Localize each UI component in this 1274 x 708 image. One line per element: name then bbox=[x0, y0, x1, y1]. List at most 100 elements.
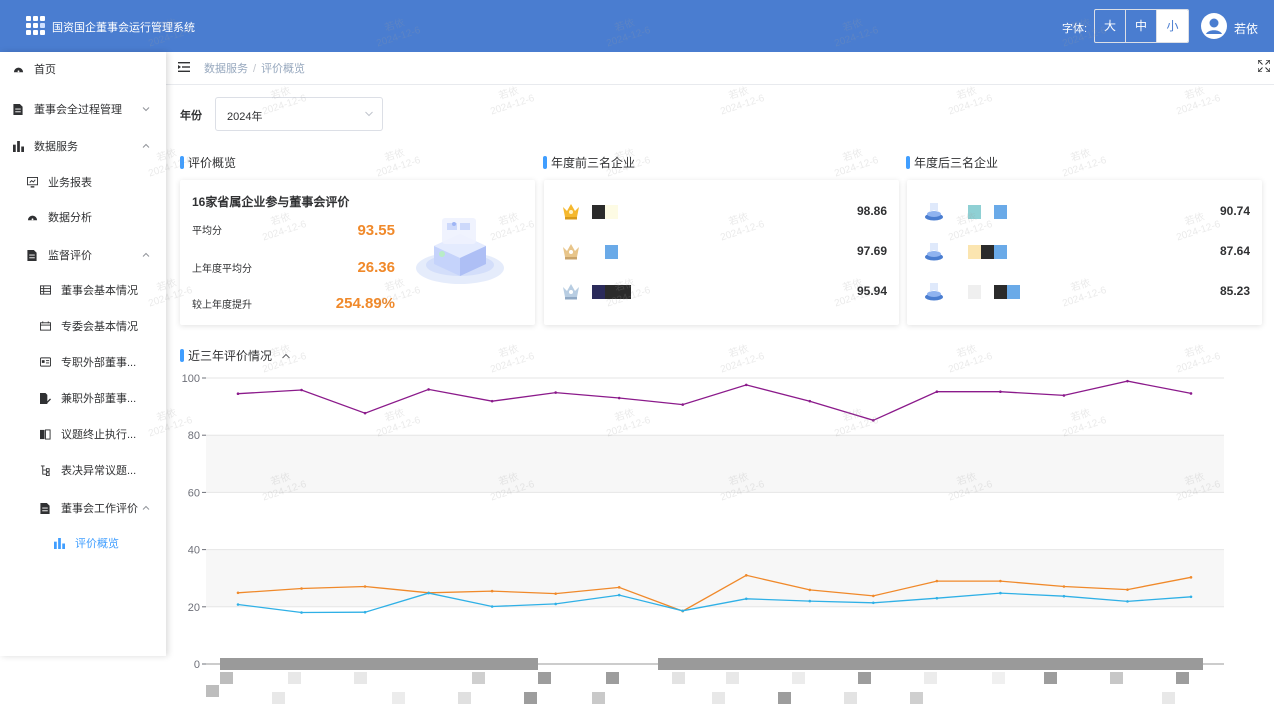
data-point[interactable] bbox=[1062, 594, 1066, 598]
data-point[interactable] bbox=[236, 392, 240, 396]
sidebar-item-supervision[interactable]: 监督评价 bbox=[0, 245, 166, 265]
data-point[interactable] bbox=[999, 390, 1002, 394]
sidebar-item-home[interactable]: 首页 bbox=[0, 59, 166, 79]
user-avatar-icon[interactable] bbox=[1201, 13, 1227, 39]
sidebar-item-board-process[interactable]: 董事会全过程管理 bbox=[0, 99, 166, 119]
data-point[interactable] bbox=[1126, 379, 1129, 383]
data-point[interactable] bbox=[872, 594, 875, 598]
top3-row-2[interactable]: 97.69 bbox=[544, 240, 899, 264]
breadcrumb-item[interactable]: 数据服务 bbox=[204, 63, 248, 75]
bar-chart-icon bbox=[53, 537, 65, 549]
redacted-block bbox=[955, 205, 968, 219]
bottom3-row-3[interactable]: 85.23 bbox=[907, 280, 1262, 304]
sidebar-item-board-evaluation[interactable]: 董事会工作评价 bbox=[0, 498, 166, 518]
sidebar-item-label: 数据服务 bbox=[34, 141, 78, 153]
sidebar-item-abnormal-vote[interactable]: 表决异常议题... bbox=[0, 460, 166, 480]
monitor-icon bbox=[26, 176, 38, 188]
data-point[interactable] bbox=[1189, 392, 1193, 395]
watermark-name: 若依 bbox=[841, 147, 864, 165]
data-point[interactable] bbox=[490, 589, 494, 593]
watermark: 若依 2024-12-6 bbox=[371, 144, 422, 181]
redacted-x-label bbox=[220, 658, 538, 670]
chevron-up-icon bbox=[282, 353, 291, 359]
sidebar-item-business-report[interactable]: 业务报表 bbox=[0, 172, 166, 192]
data-point[interactable] bbox=[554, 391, 557, 394]
data-point[interactable] bbox=[1126, 600, 1129, 603]
data-point[interactable] bbox=[617, 586, 621, 589]
data-point[interactable] bbox=[999, 591, 1002, 595]
sidebar-item-data-analysis[interactable]: 数据分析 bbox=[0, 207, 166, 227]
data-point[interactable] bbox=[617, 593, 621, 597]
data-point[interactable] bbox=[1189, 576, 1193, 579]
fullscreen-icon[interactable] bbox=[1258, 60, 1270, 72]
sidebar-item-data-service[interactable]: 数据服务 bbox=[0, 136, 166, 156]
data-point[interactable] bbox=[617, 396, 621, 400]
redacted-x-label bbox=[844, 692, 857, 704]
data-point[interactable] bbox=[490, 399, 494, 403]
data-point[interactable] bbox=[872, 419, 875, 422]
data-point[interactable] bbox=[808, 399, 812, 403]
data-point[interactable] bbox=[744, 383, 748, 387]
username[interactable]: 若依 bbox=[1234, 20, 1258, 37]
redacted-x-label bbox=[1176, 672, 1189, 684]
data-point[interactable] bbox=[744, 574, 748, 577]
font-size-large-button[interactable]: 大 bbox=[1095, 10, 1126, 42]
data-point[interactable] bbox=[300, 388, 303, 392]
data-point[interactable] bbox=[935, 390, 939, 394]
data-point[interactable] bbox=[236, 591, 240, 595]
data-point[interactable] bbox=[554, 592, 557, 595]
bottom3-row-2[interactable]: 87.64 bbox=[907, 240, 1262, 264]
sidebar-item-label: 首页 bbox=[34, 64, 56, 76]
redacted-x-label bbox=[992, 672, 1005, 684]
data-point[interactable] bbox=[1126, 588, 1129, 591]
sidebar-item-evaluation-overview[interactable]: 评价概览 bbox=[0, 533, 166, 553]
sidebar-item-board-basic[interactable]: 董事会基本情况 bbox=[0, 280, 166, 300]
data-point[interactable] bbox=[427, 388, 430, 391]
data-point[interactable] bbox=[490, 605, 494, 608]
y-tick-label: 100 bbox=[182, 373, 200, 385]
data-point[interactable] bbox=[935, 596, 939, 600]
font-size-small-button[interactable]: 小 bbox=[1157, 10, 1188, 42]
grid-band bbox=[206, 606, 1224, 664]
data-point[interactable] bbox=[363, 411, 367, 415]
data-point[interactable] bbox=[363, 585, 367, 588]
y-tick-label: 20 bbox=[188, 602, 200, 614]
data-point[interactable] bbox=[1062, 585, 1066, 588]
chart-section-title[interactable]: 近三年评价情况 bbox=[180, 348, 291, 364]
sidebar-item-parttime-director[interactable]: 兼职外部董事... bbox=[0, 388, 166, 408]
collapse-menu-icon[interactable] bbox=[178, 61, 190, 73]
chevron-up-icon bbox=[142, 505, 150, 510]
year-select-value: 2024年 bbox=[227, 111, 263, 123]
sidebar-item-committee-basic[interactable]: 专委会基本情况 bbox=[0, 316, 166, 336]
data-point[interactable] bbox=[300, 611, 303, 614]
year-select[interactable]: 2024年 bbox=[215, 97, 383, 131]
data-point[interactable] bbox=[681, 609, 685, 613]
data-point[interactable] bbox=[236, 603, 240, 606]
sidebar-item-label: 业务报表 bbox=[48, 177, 92, 189]
top3-row-3[interactable]: 95.94 bbox=[544, 280, 899, 304]
data-point[interactable] bbox=[427, 591, 430, 595]
data-point[interactable] bbox=[808, 599, 812, 603]
data-point[interactable] bbox=[554, 602, 557, 606]
data-point[interactable] bbox=[1062, 394, 1066, 397]
data-point[interactable] bbox=[999, 579, 1002, 583]
top3-row-1[interactable]: 98.86 bbox=[544, 200, 899, 224]
data-point[interactable] bbox=[935, 579, 939, 583]
redacted-x-label bbox=[472, 672, 485, 684]
grid-band bbox=[206, 492, 1224, 550]
data-point[interactable] bbox=[681, 403, 685, 406]
data-point[interactable] bbox=[808, 588, 812, 592]
sidebar-item-topic-termination[interactable]: 议题终止执行... bbox=[0, 424, 166, 444]
card-icon bbox=[39, 356, 51, 368]
data-point[interactable] bbox=[300, 587, 303, 590]
sidebar-item-fulltime-director[interactable]: 专职外部董事... bbox=[0, 352, 166, 372]
data-point[interactable] bbox=[744, 597, 748, 601]
redacted-company-name bbox=[955, 245, 1007, 259]
data-point[interactable] bbox=[363, 610, 367, 614]
data-point[interactable] bbox=[1189, 595, 1193, 599]
font-size-medium-button[interactable]: 中 bbox=[1126, 10, 1157, 42]
top3-score-1: 98.86 bbox=[856, 204, 887, 218]
bottom3-row-1[interactable]: 90.74 bbox=[907, 200, 1262, 224]
watermark: 若依 2024-12-6 bbox=[1057, 144, 1108, 181]
data-point[interactable] bbox=[872, 601, 875, 605]
